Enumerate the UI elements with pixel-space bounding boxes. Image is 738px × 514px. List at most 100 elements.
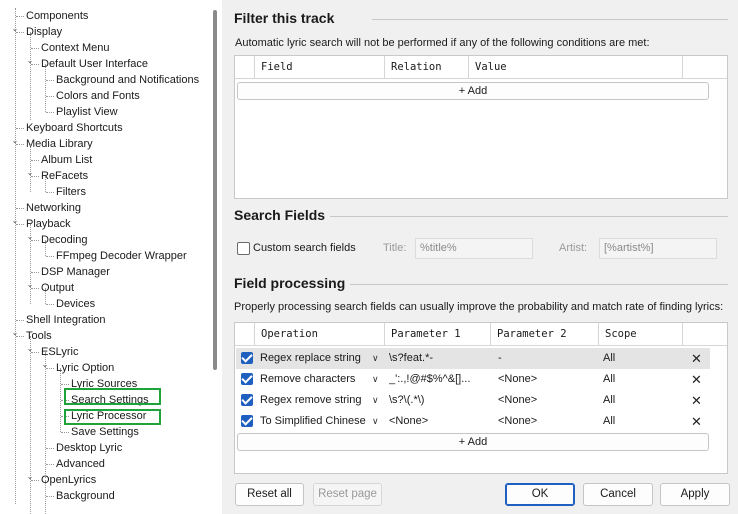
tree-item[interactable]: Decoding — [41, 232, 87, 248]
highlight-search-settings — [64, 388, 161, 405]
row-param1[interactable]: _':.,!@#$%^&[]... — [389, 369, 489, 390]
row-enabled-checkbox[interactable] — [241, 352, 253, 364]
processing-table[interactable]: Operation Parameter 1 Parameter 2 Scope … — [234, 322, 728, 474]
tree-item[interactable]: ReFacets — [41, 168, 88, 184]
tree-item[interactable]: Default User Interface — [41, 56, 148, 72]
row-scope[interactable]: All — [603, 369, 663, 390]
tree-item-label: DSP Manager — [41, 266, 110, 278]
tree-guide-line — [46, 496, 54, 497]
tree-item-label: Devices — [56, 298, 96, 310]
chevron-down-icon[interactable]: ∨ — [372, 348, 379, 369]
tree-item[interactable]: Networking — [26, 200, 81, 216]
tree-item[interactable]: Components — [26, 8, 88, 24]
row-operation[interactable]: Regex replace string — [260, 348, 372, 369]
chevron-down-icon[interactable]: ∨ — [372, 411, 379, 432]
tree-item[interactable]: Filters — [56, 184, 86, 200]
search-fields-divider — [330, 216, 728, 217]
tree-guide-line — [46, 448, 54, 449]
row-scope[interactable]: All — [603, 390, 663, 411]
artist-field-label: Artist: — [559, 242, 588, 254]
chevron-down-icon[interactable]: ∨ — [372, 369, 379, 390]
tree-item[interactable]: Album List — [41, 152, 92, 168]
row-param1[interactable]: \s?feat.*- — [389, 348, 489, 369]
filter-col-relation[interactable]: Relation — [385, 56, 469, 79]
cancel-button[interactable]: Cancel — [583, 483, 653, 506]
tree-item[interactable]: OpenLyrics — [41, 472, 96, 488]
tree-item[interactable]: Context Menu — [41, 40, 109, 56]
tree-guide-line — [46, 80, 54, 81]
filter-col-field[interactable]: Field — [255, 56, 385, 79]
tree-item[interactable]: Display — [26, 24, 62, 40]
tree-guide-line — [46, 192, 54, 193]
tree-guide-line — [16, 128, 24, 129]
row-operation[interactable]: To Simplified Chinese — [260, 411, 372, 432]
row-operation[interactable]: Remove characters — [260, 369, 372, 390]
processing-add-button[interactable]: + Add — [237, 433, 709, 451]
tree-item[interactable]: Lyric Option — [56, 360, 114, 376]
processing-row[interactable]: Regex remove string ∨ \s?\(.*\) <None> A… — [236, 390, 710, 411]
tree-item[interactable]: DSP Manager — [41, 264, 110, 280]
custom-search-fields-label[interactable]: Custom search fields — [253, 242, 356, 254]
row-scope[interactable]: All — [603, 348, 663, 369]
processing-col-scope[interactable]: Scope — [599, 323, 683, 346]
filter-col-value[interactable]: Value — [469, 56, 683, 79]
row-enabled-checkbox[interactable] — [241, 415, 253, 427]
processing-col-param1[interactable]: Parameter 1 — [385, 323, 491, 346]
tree-item[interactable]: Devices — [56, 296, 95, 312]
tree-item[interactable]: Shell Integration — [26, 312, 106, 328]
field-processing-description: Properly processing search fields can us… — [234, 301, 724, 313]
processing-col-param2[interactable]: Parameter 2 — [491, 323, 599, 346]
tree-item[interactable]: Desktop Lyric — [56, 440, 122, 456]
delete-row-icon[interactable]: ✕ — [691, 369, 702, 390]
row-param1[interactable]: <None> — [389, 411, 489, 432]
tree-item-label: Decoding — [41, 234, 88, 246]
tree-scrollbar-thumb[interactable] — [213, 10, 217, 370]
tree-item[interactable]: Save Settings — [71, 424, 139, 440]
tree-item-label: Advanced — [56, 458, 105, 470]
apply-button[interactable]: Apply — [660, 483, 730, 506]
reset-page-button[interactable]: Reset page — [313, 483, 382, 506]
row-param2[interactable]: <None> — [498, 411, 598, 432]
delete-row-icon[interactable]: ✕ — [691, 411, 702, 432]
ok-button[interactable]: OK — [505, 483, 575, 506]
row-param2[interactable]: <None> — [498, 369, 598, 390]
row-param2[interactable]: - — [498, 348, 598, 369]
processing-col-operation[interactable]: Operation — [255, 323, 385, 346]
tree-item[interactable]: Background — [56, 488, 115, 504]
row-enabled-checkbox[interactable] — [241, 373, 253, 385]
tree-item-label: Networking — [26, 202, 82, 214]
tree-item[interactable]: Colors and Fonts — [56, 88, 140, 104]
row-param2[interactable]: <None> — [498, 390, 598, 411]
row-param1[interactable]: \s?\(.*\) — [389, 390, 489, 411]
tree-item-label: Album List — [41, 154, 93, 166]
tree-item-label: Background and Notifications — [56, 74, 200, 86]
chevron-down-icon[interactable]: ∨ — [372, 390, 379, 411]
row-scope[interactable]: All — [603, 411, 663, 432]
processing-col-blank — [235, 323, 255, 346]
reset-all-button[interactable]: Reset all — [235, 483, 304, 506]
filter-table[interactable]: Field Relation Value + Add — [234, 55, 728, 199]
preferences-tree[interactable]: Components Display ⌄ Context Menu Default Us… — [0, 0, 222, 514]
filter-add-button[interactable]: + Add — [237, 82, 709, 100]
row-enabled-checkbox[interactable] — [241, 394, 253, 406]
title-field-input[interactable]: %title% — [415, 238, 533, 259]
tree-item[interactable]: FFmpeg Decoder Wrapper — [56, 248, 187, 264]
custom-search-fields-checkbox[interactable] — [237, 242, 250, 255]
delete-row-icon[interactable]: ✕ — [691, 390, 702, 411]
tree-item[interactable]: Keyboard Shortcuts — [26, 120, 123, 136]
artist-field-input[interactable]: [%artist%] — [599, 238, 717, 259]
filter-table-header: Field Relation Value — [235, 56, 727, 79]
tree-item[interactable]: Media Library — [26, 136, 93, 152]
processing-row[interactable]: Remove characters ∨ _':.,!@#$%^&[]... <N… — [236, 369, 710, 390]
tree-guide-line — [31, 48, 39, 49]
tree-item[interactable]: Background and Notifications — [56, 72, 199, 88]
tree-item[interactable]: Playlist View — [56, 104, 118, 120]
tree-item-label: Media Library — [26, 138, 93, 150]
delete-row-icon[interactable]: ✕ — [691, 348, 702, 369]
tree-guide-line — [31, 272, 39, 273]
processing-row[interactable]: To Simplified Chinese ∨ <None> <None> Al… — [236, 411, 710, 432]
tree-guide-line — [16, 16, 24, 17]
processing-row[interactable]: Regex replace string ∨ \s?feat.*- - All … — [236, 348, 710, 369]
tree-item[interactable]: Advanced — [56, 456, 105, 472]
row-operation[interactable]: Regex remove string — [260, 390, 372, 411]
